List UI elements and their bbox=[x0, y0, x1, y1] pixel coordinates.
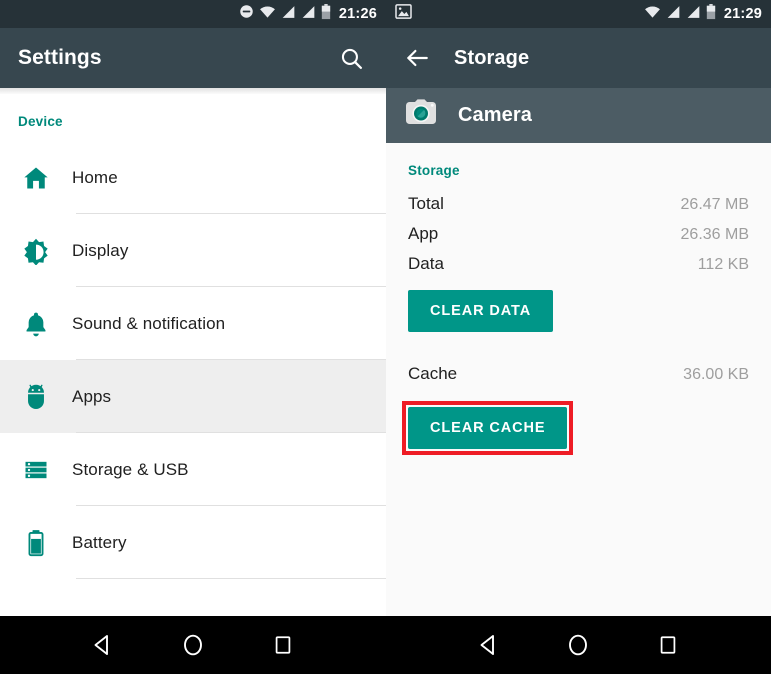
cache-section: Cache 36.00 KB CLEAR CACHE bbox=[402, 332, 751, 455]
right-status-bar-notifications bbox=[395, 4, 412, 24]
settings-toolbar: Settings bbox=[0, 28, 386, 88]
app-name: Camera bbox=[458, 104, 532, 126]
arrow-back-icon[interactable] bbox=[402, 43, 432, 73]
back-triangle-icon[interactable] bbox=[81, 623, 125, 667]
app-header-band: Camera bbox=[386, 88, 771, 143]
page-title: Storage bbox=[454, 46, 530, 69]
sidebar-item-label: Home bbox=[72, 167, 118, 187]
search-icon[interactable] bbox=[334, 41, 368, 75]
left-status-bar-clock: 21:26 bbox=[338, 6, 377, 22]
sidebar-item-storage-usb[interactable]: Storage & USB bbox=[0, 433, 386, 506]
home-circle-icon[interactable] bbox=[171, 623, 215, 667]
page-title: Settings bbox=[18, 46, 102, 69]
storage-row-label: Data bbox=[408, 254, 444, 273]
signal-icon bbox=[281, 5, 296, 24]
storage-row-app: App 26.36 MB bbox=[406, 222, 751, 252]
recents-square-icon[interactable] bbox=[261, 623, 305, 667]
cache-row: Cache 36.00 KB bbox=[406, 362, 751, 392]
cache-row-value: 36.00 KB bbox=[683, 366, 749, 383]
clear-data-button-wrapper: CLEAR DATA bbox=[406, 282, 751, 332]
storage-row-value: 26.36 MB bbox=[680, 226, 749, 243]
sidebar-item-home[interactable]: Home bbox=[0, 141, 386, 214]
left-status-bar-system-icons: 21:26 bbox=[239, 3, 377, 25]
right-status-bar-system-icons: 21:29 bbox=[644, 3, 762, 25]
left-phone-screen: 21:26 Settings Device Home Display Sound… bbox=[0, 0, 386, 674]
signal-icon bbox=[301, 5, 316, 24]
brightness-icon bbox=[0, 237, 72, 265]
right-phone-screen: 21:29 Storage Camera Storage Total 26.47… bbox=[386, 0, 771, 674]
recents-square-icon[interactable] bbox=[646, 623, 690, 667]
storage-row-label: App bbox=[408, 224, 439, 243]
clear-data-button[interactable]: CLEAR DATA bbox=[408, 290, 554, 332]
sidebar-item-battery[interactable]: Battery bbox=[0, 506, 386, 579]
row-divider bbox=[76, 578, 386, 579]
storage-icon bbox=[0, 456, 72, 484]
sidebar-item-sound-notification[interactable]: Sound & notification bbox=[0, 287, 386, 360]
home-icon bbox=[0, 164, 72, 192]
battery-icon bbox=[0, 529, 72, 557]
storage-row-value: 26.47 MB bbox=[680, 196, 749, 213]
storage-row-data: Data 112 KB bbox=[406, 252, 751, 282]
cache-row-label: Cache bbox=[408, 364, 458, 383]
signal-icon bbox=[666, 5, 681, 24]
left-status-bar: 21:26 bbox=[0, 0, 386, 28]
home-circle-icon[interactable] bbox=[556, 623, 600, 667]
battery-icon bbox=[321, 3, 331, 25]
settings-list: Device Home Display Sound & notification… bbox=[0, 94, 386, 616]
section-header-device: Device bbox=[18, 114, 63, 129]
dual-screenshot-container: 21:26 Settings Device Home Display Sound… bbox=[0, 0, 771, 674]
sidebar-item-apps[interactable]: Apps bbox=[0, 360, 386, 433]
sidebar-item-label: Sound & notification bbox=[72, 313, 226, 333]
image-icon bbox=[395, 4, 412, 24]
sidebar-item-label: Storage & USB bbox=[72, 459, 189, 479]
sidebar-item-label: Apps bbox=[72, 386, 112, 406]
right-navigation-bar bbox=[386, 616, 771, 674]
wifi-icon bbox=[259, 5, 276, 24]
clear-cache-highlight-box: CLEAR CACHE bbox=[402, 401, 574, 455]
do-not-disturb-icon bbox=[239, 4, 254, 24]
right-status-bar-clock: 21:29 bbox=[723, 6, 762, 22]
right-status-bar: 21:29 bbox=[386, 0, 771, 28]
section-header-storage: Storage bbox=[408, 163, 460, 178]
storage-row-label: Total bbox=[408, 194, 444, 213]
sidebar-item-label: Battery bbox=[72, 532, 127, 552]
sidebar-item-display[interactable]: Display bbox=[0, 214, 386, 287]
storage-detail-panel: Storage Total 26.47 MB App 26.36 MB Data… bbox=[386, 143, 771, 616]
storage-row-total: Total 26.47 MB bbox=[406, 192, 751, 222]
signal-icon bbox=[686, 5, 701, 24]
back-triangle-icon[interactable] bbox=[467, 623, 511, 667]
android-icon bbox=[0, 383, 72, 411]
clear-cache-button[interactable]: CLEAR CACHE bbox=[408, 407, 568, 449]
storage-toolbar: Storage bbox=[386, 28, 771, 88]
storage-row-value: 112 KB bbox=[697, 256, 749, 273]
bell-icon bbox=[0, 310, 72, 338]
left-navigation-bar bbox=[0, 616, 386, 674]
battery-icon bbox=[706, 3, 716, 25]
camera-icon bbox=[404, 96, 438, 135]
wifi-icon bbox=[644, 5, 661, 24]
sidebar-item-label: Display bbox=[72, 240, 129, 260]
